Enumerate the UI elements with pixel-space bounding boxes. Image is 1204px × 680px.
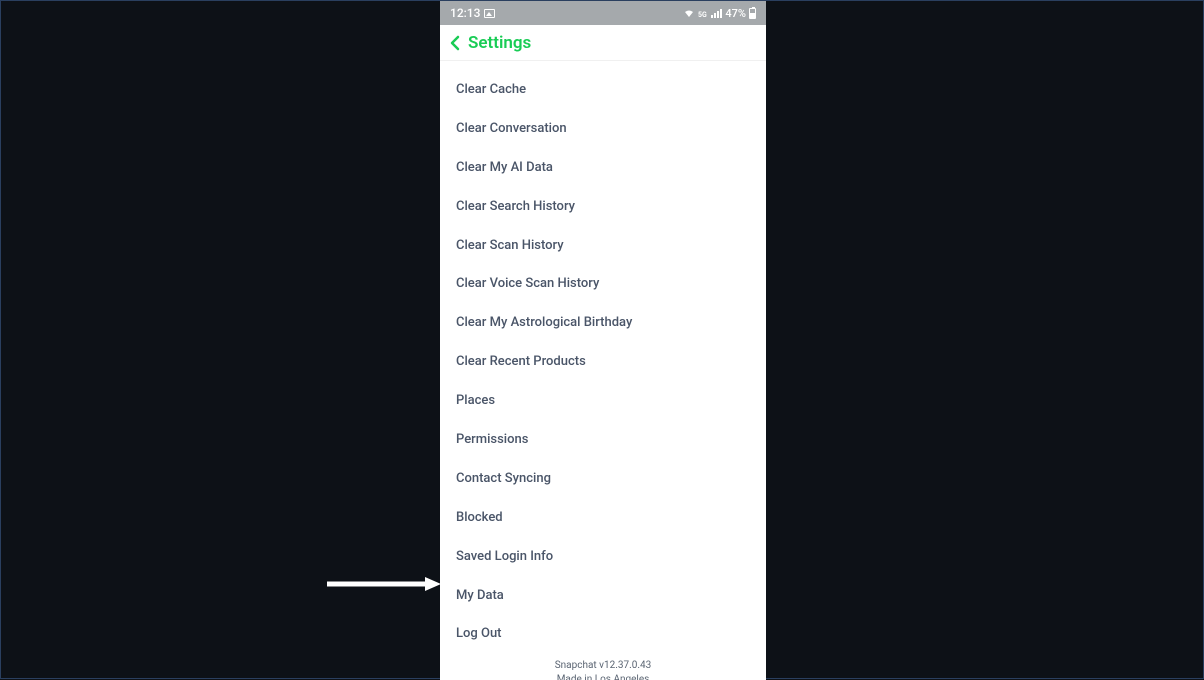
settings-list[interactable]: Clear Cache Clear Conversation Clear My … <box>440 61 766 680</box>
battery-percent: 47% <box>725 7 746 20</box>
back-button[interactable]: Settings <box>450 33 531 53</box>
app-header: Settings <box>440 25 766 61</box>
settings-item-clear-search-history[interactable]: Clear Search History <box>440 188 766 227</box>
settings-item-places[interactable]: Places <box>440 382 766 421</box>
wifi-icon <box>683 8 695 18</box>
network-icon: 5G <box>698 9 708 18</box>
settings-item-contact-syncing[interactable]: Contact Syncing <box>440 460 766 499</box>
settings-item-blocked[interactable]: Blocked <box>440 499 766 538</box>
page-title: Settings <box>468 33 531 53</box>
arrow-annotation <box>327 576 441 590</box>
settings-item-log-out[interactable]: Log Out <box>440 615 766 654</box>
status-bar-right: 5G 47% <box>683 7 756 20</box>
battery-icon <box>749 8 756 19</box>
settings-item-clear-conversation[interactable]: Clear Conversation <box>440 110 766 149</box>
status-time: 12:13 <box>450 6 480 20</box>
phone-frame: 12:13 5G 47% Settings Clear Cache <box>440 1 766 680</box>
status-bar-left: 12:13 <box>450 6 495 20</box>
app-version: Snapchat v12.37.0.43 <box>440 659 766 673</box>
svg-text:5G: 5G <box>698 11 707 18</box>
settings-item-clear-my-ai-data[interactable]: Clear My AI Data <box>440 149 766 188</box>
settings-item-saved-login-info[interactable]: Saved Login Info <box>440 538 766 577</box>
arrow-right-icon <box>327 577 441 591</box>
settings-item-clear-astrological-birthday[interactable]: Clear My Astrological Birthday <box>440 304 766 343</box>
chevron-left-icon <box>450 35 460 51</box>
settings-item-clear-voice-scan-history[interactable]: Clear Voice Scan History <box>440 265 766 304</box>
settings-item-clear-cache[interactable]: Clear Cache <box>440 71 766 110</box>
picture-icon <box>484 9 495 18</box>
footer-info: Snapchat v12.37.0.43 Made in Los Angeles <box>440 654 766 680</box>
status-bar: 12:13 5G 47% <box>440 1 766 25</box>
signal-icon <box>711 8 722 18</box>
settings-item-permissions[interactable]: Permissions <box>440 421 766 460</box>
settings-item-my-data[interactable]: My Data <box>440 577 766 616</box>
settings-item-clear-recent-products[interactable]: Clear Recent Products <box>440 343 766 382</box>
settings-item-clear-scan-history[interactable]: Clear Scan History <box>440 227 766 266</box>
